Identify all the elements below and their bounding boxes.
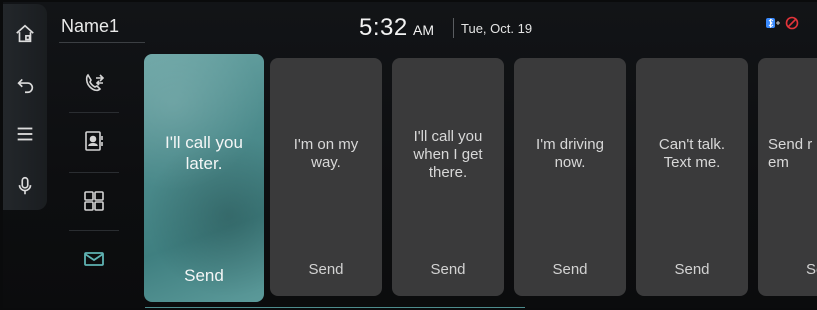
contact-name: Name1 [61, 16, 120, 36]
message-card[interactable]: I'll call you later. Send [144, 54, 264, 302]
send-button[interactable]: Send [392, 261, 504, 278]
message-text: I'll call you when I get there. [413, 128, 483, 181]
message-text: I'll call you later. [165, 133, 243, 173]
message-text: I'm driving now. [536, 136, 604, 171]
home-button[interactable] [3, 16, 47, 52]
divider [69, 230, 119, 231]
menu-messages[interactable] [63, 232, 125, 286]
keypad-icon [84, 191, 104, 211]
left-rail [3, 4, 47, 210]
header-separator [453, 18, 454, 38]
back-button[interactable] [3, 66, 47, 102]
divider [59, 42, 145, 43]
home-icon [16, 24, 34, 43]
message-card[interactable]: I'm driving now. Send [514, 58, 626, 296]
scroll-indicator [145, 307, 525, 308]
screen: Name1 5:32 AM Tue, Oct. 19 I'll call you… [3, 2, 817, 308]
microphone-icon [18, 176, 32, 195]
message-card[interactable]: I'll call you when I get there. Send [392, 58, 504, 296]
message-card[interactable]: Send r em Se [758, 58, 817, 296]
clock-time: 5:32 [359, 14, 408, 41]
call-transfer-icon [85, 73, 105, 92]
voice-button[interactable] [3, 168, 47, 204]
menu-contacts[interactable] [63, 114, 125, 168]
menu-button[interactable] [3, 116, 47, 152]
clock-ampm: AM [413, 22, 434, 38]
message-text: I'm on my way. [293, 136, 359, 171]
send-button[interactable]: Send [270, 261, 382, 278]
message-icon [84, 252, 104, 266]
divider [69, 112, 119, 113]
status-icons [765, 16, 800, 30]
message-card[interactable]: I'm on my way. Send [270, 58, 382, 296]
message-text: Can't talk. Text me. [658, 136, 726, 171]
date: Tue, Oct. 19 [461, 21, 533, 36]
send-button[interactable]: Send [636, 261, 748, 278]
send-button[interactable]: Send [514, 261, 626, 278]
menu-icon [17, 127, 33, 141]
call-blocked-icon [785, 16, 799, 30]
contacts-icon [85, 131, 103, 151]
menu-keypad[interactable] [63, 174, 125, 228]
message-text: Send r em [768, 136, 813, 171]
send-button[interactable]: Se [806, 261, 817, 278]
bluetooth-phone-icon [766, 18, 780, 29]
back-icon [17, 78, 34, 94]
send-button[interactable]: Send [144, 266, 264, 286]
divider [69, 172, 119, 173]
message-card[interactable]: Can't talk. Text me. Send [636, 58, 748, 296]
menu-call-transfer[interactable] [63, 56, 125, 110]
